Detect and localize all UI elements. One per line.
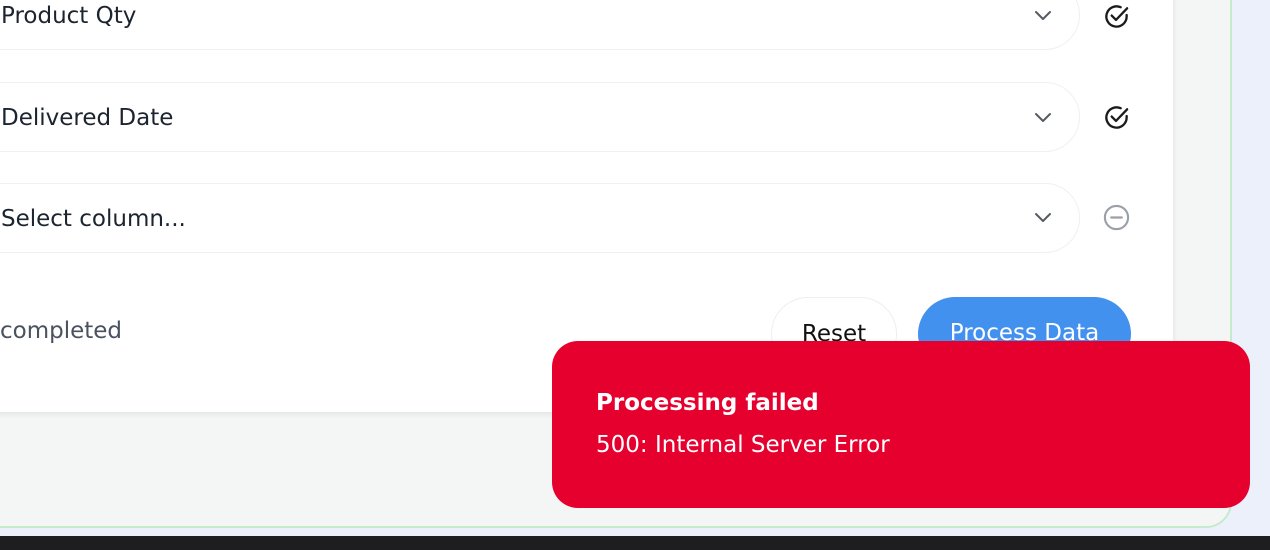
column-select-value: Delivered Date <box>1 105 174 131</box>
toast-title: Processing failed <box>596 390 819 416</box>
check-circle-icon <box>1105 106 1129 129</box>
column-select-empty[interactable]: Select column... <box>0 183 1080 253</box>
progress-status-text: completed <box>0 318 123 344</box>
chevron-down-icon[interactable] <box>1033 9 1053 23</box>
column-select-product-qty[interactable]: Product Qty <box>0 0 1080 50</box>
taskbar <box>0 536 1270 550</box>
toast-message: 500: Internal Server Error <box>596 432 890 458</box>
error-toast[interactable]: Processing failed 500: Internal Server E… <box>552 341 1250 508</box>
check-circle-icon <box>1105 5 1129 28</box>
column-select-delivered-date[interactable]: Delivered Date <box>0 82 1080 152</box>
minus-circle-icon <box>1103 204 1130 231</box>
column-select-placeholder: Select column... <box>1 206 186 232</box>
chevron-down-icon[interactable] <box>1033 211 1053 225</box>
chevron-down-icon[interactable] <box>1033 111 1053 125</box>
column-select-value: Product Qty <box>1 3 137 29</box>
